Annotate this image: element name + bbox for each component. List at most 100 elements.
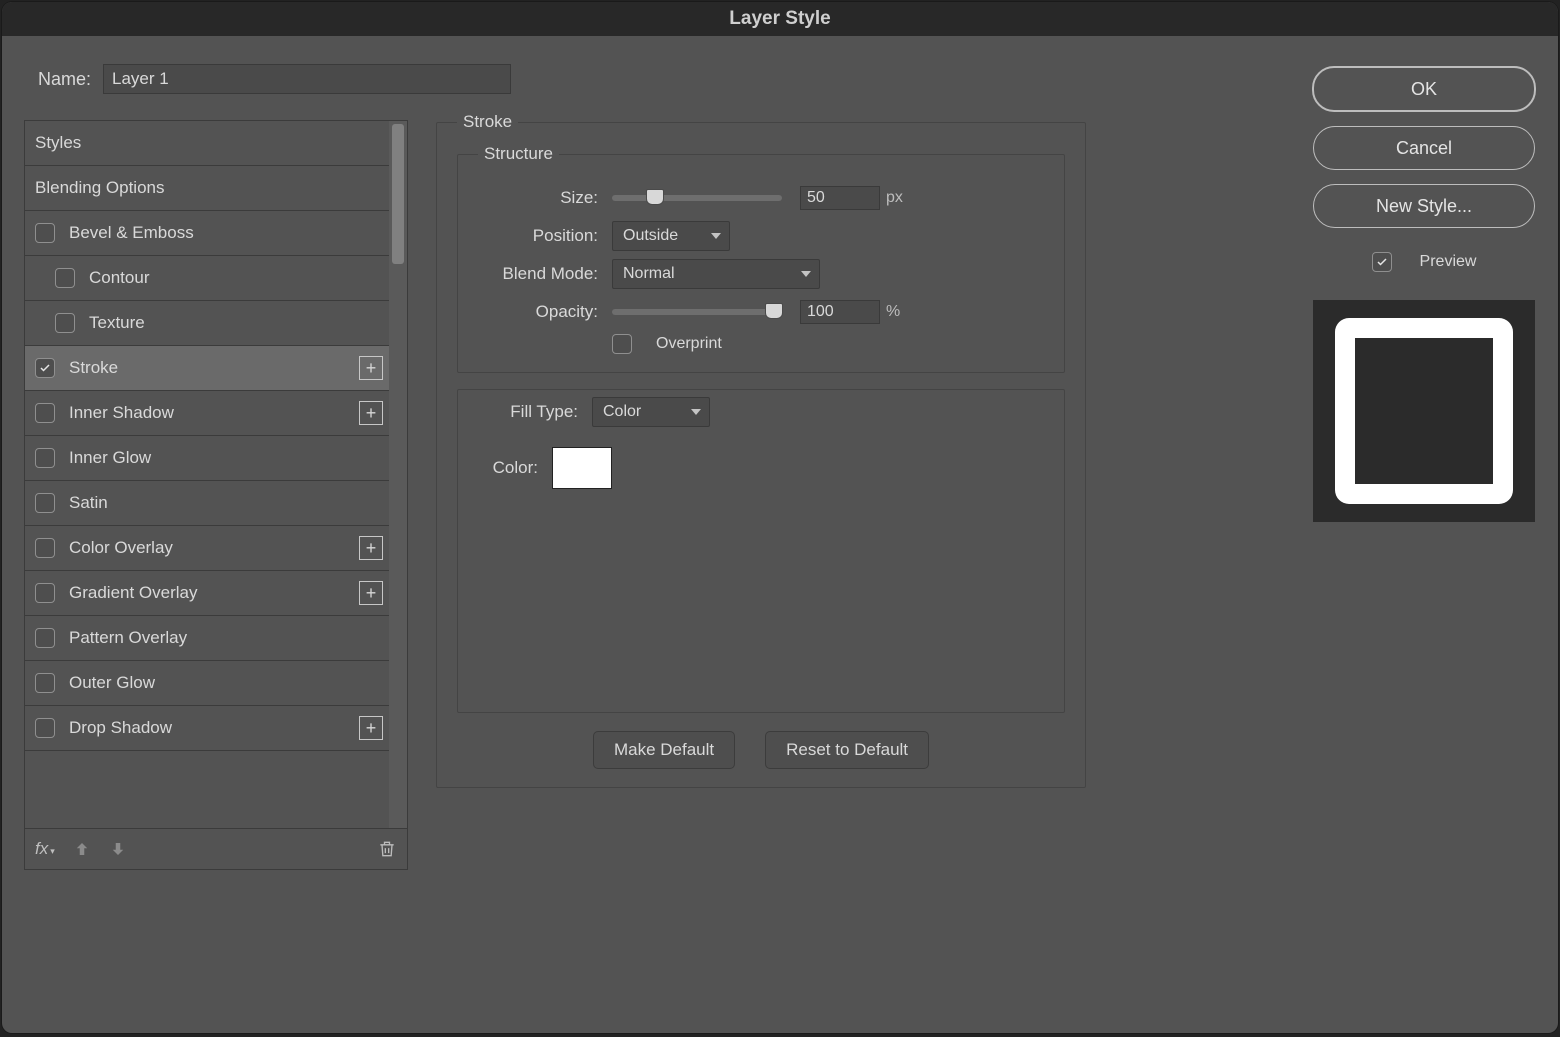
- default-actions: Make Default Reset to Default: [457, 731, 1065, 769]
- window-title: Layer Style: [729, 8, 830, 30]
- blend-row: Blend Mode: Normal: [478, 258, 1044, 290]
- stroke-fieldset: Stroke Structure Size: px Position:: [436, 112, 1086, 788]
- size-slider-thumb[interactable]: [646, 189, 664, 205]
- new-style-button[interactable]: New Style...: [1313, 184, 1535, 228]
- styles-panel: Styles Blending Options Bevel & Emboss Co…: [24, 120, 408, 870]
- style-checkbox[interactable]: [35, 448, 55, 468]
- style-checkbox[interactable]: [35, 403, 55, 423]
- filltype-select[interactable]: Color: [592, 397, 710, 427]
- style-checkbox[interactable]: [35, 583, 55, 603]
- style-item-stroke[interactable]: Stroke +: [25, 346, 389, 391]
- style-item-texture[interactable]: Texture: [25, 301, 389, 346]
- opacity-slider[interactable]: [612, 309, 782, 315]
- size-unit: px: [886, 189, 903, 207]
- add-effect-icon[interactable]: +: [359, 401, 383, 425]
- layer-style-dialog: Layer Style Name: Styles Blending Option…: [2, 2, 1558, 1033]
- trash-icon[interactable]: [377, 839, 397, 859]
- filltype-row: Fill Type: Color: [478, 396, 1044, 428]
- cancel-button[interactable]: Cancel: [1313, 126, 1535, 170]
- fx-menu[interactable]: fx▾: [35, 839, 55, 859]
- style-item-label: Satin: [69, 493, 108, 513]
- reset-default-button[interactable]: Reset to Default: [765, 731, 929, 769]
- style-checkbox[interactable]: [55, 313, 75, 333]
- style-item-label: Color Overlay: [69, 538, 173, 558]
- position-label: Position:: [478, 226, 598, 246]
- style-item-satin[interactable]: Satin: [25, 481, 389, 526]
- opacity-label: Opacity:: [478, 302, 598, 322]
- style-item-label: Gradient Overlay: [69, 583, 198, 603]
- color-swatch[interactable]: [552, 447, 612, 489]
- style-checkbox[interactable]: [35, 718, 55, 738]
- style-checkbox[interactable]: [35, 223, 55, 243]
- style-item-inner-shadow[interactable]: Inner Shadow +: [25, 391, 389, 436]
- style-checkbox[interactable]: [35, 538, 55, 558]
- style-item-drop-shadow[interactable]: Drop Shadow+: [25, 706, 389, 751]
- blend-label: Blend Mode:: [478, 264, 598, 284]
- style-item-label: Stroke: [69, 358, 118, 378]
- add-effect-icon[interactable]: +: [359, 536, 383, 560]
- overprint-checkbox[interactable]: [612, 334, 632, 354]
- style-item-outer-glow[interactable]: Outer Glow: [25, 661, 389, 706]
- color-label: Color:: [478, 458, 538, 478]
- style-checkbox[interactable]: [35, 673, 55, 693]
- position-row: Position: Outside: [478, 220, 1044, 252]
- style-item-label: Texture: [89, 313, 145, 333]
- style-item-label: Inner Glow: [69, 448, 151, 468]
- styles-footer: fx▾: [25, 828, 407, 869]
- structure-legend: Structure: [478, 144, 559, 164]
- style-item-contour[interactable]: Contour: [25, 256, 389, 301]
- opacity-slider-thumb[interactable]: [765, 303, 783, 319]
- overprint-row: Overprint: [612, 334, 1044, 354]
- styles-header[interactable]: Styles: [25, 121, 389, 166]
- move-down-icon[interactable]: [109, 840, 127, 858]
- color-row: Color:: [478, 452, 1044, 484]
- opacity-input[interactable]: [800, 300, 880, 324]
- preview-label: Preview: [1420, 253, 1477, 271]
- size-slider[interactable]: [612, 195, 782, 201]
- overprint-label: Overprint: [656, 335, 722, 353]
- style-checkbox[interactable]: [55, 268, 75, 288]
- style-item-gradient-overlay[interactable]: Gradient Overlay +: [25, 571, 389, 616]
- position-select[interactable]: Outside: [612, 221, 730, 251]
- structure-fieldset: Structure Size: px Position: Outside: [457, 144, 1065, 373]
- style-checkbox[interactable]: [35, 358, 55, 378]
- preview-thumbnail: [1313, 300, 1535, 522]
- preview-row: Preview: [1372, 252, 1477, 272]
- name-row: Name:: [38, 64, 511, 94]
- size-row: Size: px: [478, 182, 1044, 214]
- style-item-pattern-overlay[interactable]: Pattern Overlay: [25, 616, 389, 661]
- settings-panel: Stroke Structure Size: px Position:: [436, 112, 1086, 960]
- move-up-icon[interactable]: [73, 840, 91, 858]
- style-item-label: Pattern Overlay: [69, 628, 187, 648]
- preview-inner-icon: [1335, 318, 1513, 504]
- name-label: Name:: [38, 69, 91, 90]
- style-checkbox[interactable]: [35, 628, 55, 648]
- add-effect-icon[interactable]: +: [359, 356, 383, 380]
- opacity-row: Opacity: %: [478, 296, 1044, 328]
- dialog-content: Name: Styles Blending Options Bevel & Em…: [2, 36, 1558, 1033]
- style-item-label: Outer Glow: [69, 673, 155, 693]
- name-input[interactable]: [103, 64, 511, 94]
- style-item-inner-glow[interactable]: Inner Glow: [25, 436, 389, 481]
- opacity-unit: %: [886, 303, 900, 321]
- make-default-button[interactable]: Make Default: [593, 731, 735, 769]
- right-column: OK Cancel New Style... Preview: [1314, 66, 1534, 522]
- style-item-label: Contour: [89, 268, 149, 288]
- preview-checkbox[interactable]: [1372, 252, 1392, 272]
- style-item-bevel-emboss[interactable]: Bevel & Emboss: [25, 211, 389, 256]
- add-effect-icon[interactable]: +: [359, 716, 383, 740]
- blending-options[interactable]: Blending Options: [25, 166, 389, 211]
- style-item-label: Inner Shadow: [69, 403, 174, 423]
- style-item-color-overlay[interactable]: Color Overlay +: [25, 526, 389, 571]
- add-effect-icon[interactable]: +: [359, 581, 383, 605]
- blend-select[interactable]: Normal: [612, 259, 820, 289]
- size-label: Size:: [478, 188, 598, 208]
- style-item-label: Bevel & Emboss: [69, 223, 194, 243]
- size-input[interactable]: [800, 186, 880, 210]
- filltype-label: Fill Type:: [478, 402, 578, 422]
- style-checkbox[interactable]: [35, 493, 55, 513]
- styles-scrollbar[interactable]: [389, 121, 407, 828]
- fill-fieldset: Fill Type: Color Color:: [457, 389, 1065, 713]
- stroke-legend: Stroke: [457, 112, 518, 132]
- ok-button[interactable]: OK: [1312, 66, 1536, 112]
